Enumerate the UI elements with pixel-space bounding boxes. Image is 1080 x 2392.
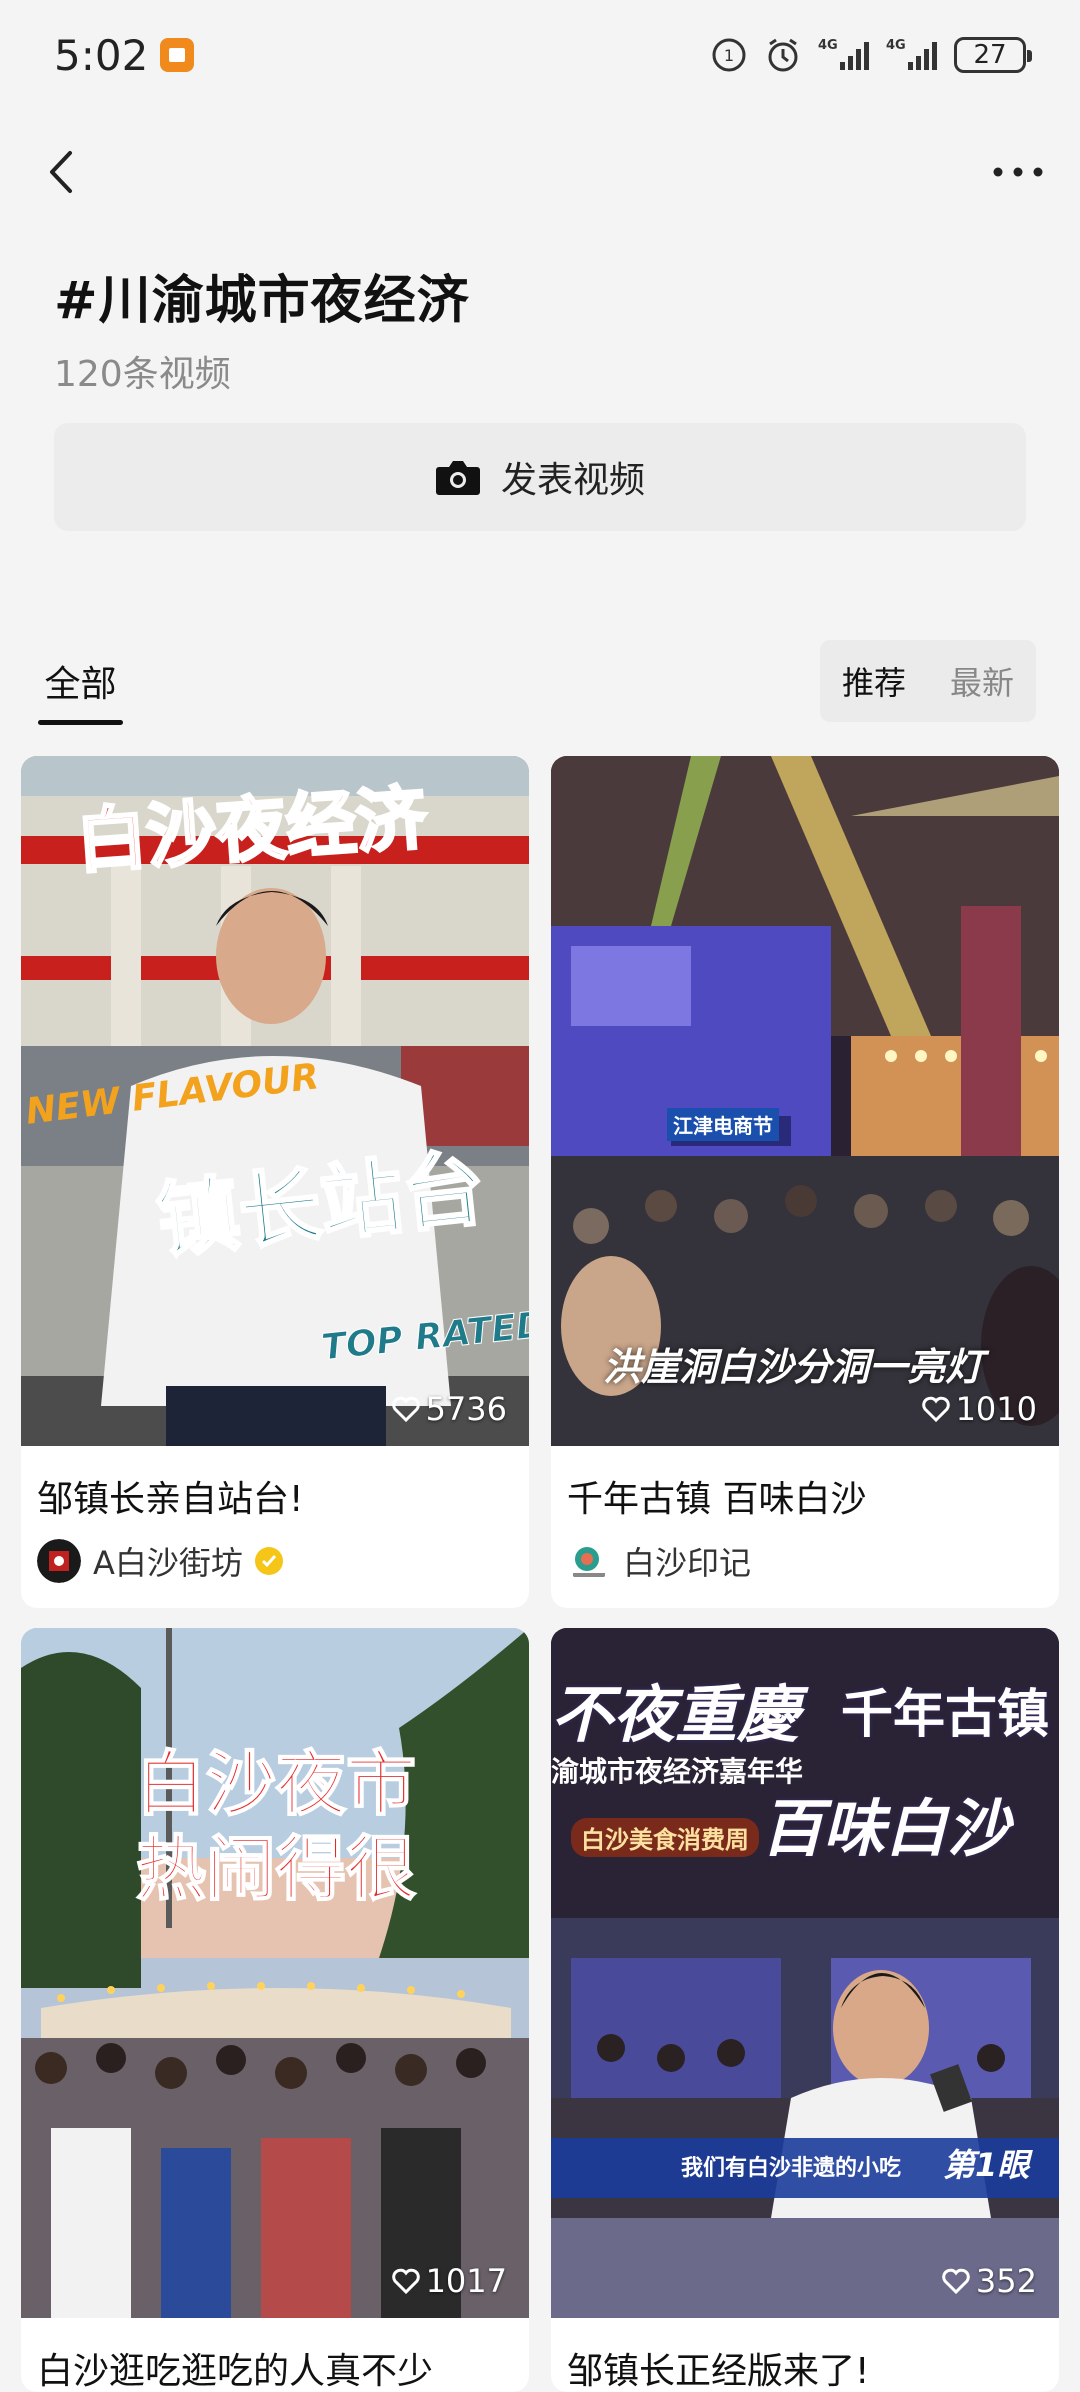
tab-active-indicator bbox=[38, 720, 123, 725]
video-thumbnail[interactable]: 白沙夜市 热闹得很 1017 bbox=[21, 1628, 529, 2318]
app-notification-icon bbox=[160, 38, 195, 72]
nav-bar bbox=[0, 120, 1080, 224]
heart-icon bbox=[921, 1396, 950, 1422]
data-saver-icon: 1 bbox=[710, 36, 748, 74]
overlay-headline: 千年古镇 bbox=[841, 1685, 1050, 1745]
publish-video-button[interactable]: 发表视频 bbox=[54, 423, 1026, 531]
sort-latest[interactable]: 最新 bbox=[928, 658, 1036, 704]
sort-toggle: 推荐 最新 bbox=[820, 640, 1036, 722]
overlay-caption: 我们有白沙非遗的小吃 bbox=[681, 2156, 902, 2181]
heart-icon bbox=[942, 2268, 970, 2294]
video-thumbnail[interactable]: 白沙夜经济 NEW FLAVOUR 镇长站台 TOP RATED 5736 bbox=[21, 756, 529, 1446]
status-bar: 5:02 1 4G 4G 27 bbox=[0, 0, 1080, 110]
status-icons: 1 4G 4G 27 bbox=[710, 36, 1032, 74]
video-card[interactable]: 不夜重慶 千年古镇 渝城市夜经济嘉年华 百味白沙 白沙美食消费周 我们有白沙非遗… bbox=[551, 1628, 1059, 2392]
topic-header: #川渝城市夜经济 120条视频 bbox=[54, 258, 470, 397]
video-card[interactable]: 白沙夜经济 NEW FLAVOUR 镇长站台 TOP RATED 5736 邹镇… bbox=[21, 756, 529, 1608]
status-time: 5:02 bbox=[54, 30, 149, 80]
chevron-left-icon bbox=[50, 151, 72, 193]
more-button[interactable] bbox=[986, 140, 1050, 204]
author-row[interactable]: A白沙街坊 bbox=[21, 1520, 529, 1608]
like-count: 1017 bbox=[391, 2262, 507, 2300]
alarm-icon bbox=[764, 36, 802, 74]
svg-text:4G: 4G bbox=[886, 38, 906, 53]
author-name: 白沙印记 bbox=[623, 1544, 752, 1582]
like-count: 5736 bbox=[391, 1390, 507, 1428]
overlay-headline: 不夜重慶 bbox=[551, 1678, 800, 1751]
overlay-banner: 江津电商节 bbox=[667, 1108, 779, 1141]
avatar bbox=[567, 1539, 611, 1583]
filter-bar: 全部 推荐 最新 bbox=[0, 636, 1080, 726]
back-button[interactable] bbox=[30, 140, 94, 204]
more-dots-icon bbox=[993, 167, 1043, 177]
video-count: 120条视频 bbox=[54, 354, 231, 395]
battery-indicator: 27 bbox=[954, 37, 1032, 73]
like-count: 1010 bbox=[921, 1390, 1037, 1428]
svg-text:1: 1 bbox=[724, 46, 734, 65]
heart-icon bbox=[391, 2268, 420, 2294]
tab-all[interactable]: 全部 bbox=[38, 636, 123, 726]
video-thumbnail[interactable]: 江津电商节 洪崖洞白沙分洞一亮灯 1010 bbox=[551, 756, 1059, 1446]
video-title[interactable]: 白沙逛吃逛吃的人真不少 bbox=[21, 2318, 529, 2392]
page-title: #川渝城市夜经济 bbox=[54, 271, 470, 331]
video-thumbnail[interactable]: 不夜重慶 千年古镇 渝城市夜经济嘉年华 百味白沙 白沙美食消费周 我们有白沙非遗… bbox=[551, 1628, 1059, 2318]
video-card[interactable]: 江津电商节 洪崖洞白沙分洞一亮灯 1010 千年古镇 百味白沙 白沙印记 bbox=[551, 756, 1059, 1608]
overlay-caption: 洪崖洞白沙分洞一亮灯 bbox=[603, 1345, 984, 1389]
signal-4g-icon: 4G bbox=[818, 36, 870, 74]
avatar bbox=[37, 1539, 81, 1583]
sort-recommend[interactable]: 推荐 bbox=[820, 658, 928, 704]
author-row[interactable]: 白沙印记 bbox=[551, 1520, 1059, 1608]
signal-4g-icon: 4G bbox=[886, 36, 938, 74]
video-title[interactable]: 千年古镇 百味白沙 bbox=[551, 1446, 1059, 1520]
verified-badge-icon bbox=[254, 1547, 283, 1575]
video-card[interactable]: 白沙夜市 热闹得很 1017 白沙逛吃逛吃的人真不少 bbox=[21, 1628, 529, 2392]
like-count: 352 bbox=[942, 2262, 1037, 2300]
overlay-logo: 第1眼 bbox=[943, 2146, 1030, 2184]
overlay-headline: 热闹得很 bbox=[135, 1827, 417, 1911]
heart-icon bbox=[391, 1396, 420, 1422]
publish-label: 发表视频 bbox=[500, 460, 645, 501]
overlay-headline: 百味白沙 bbox=[761, 1792, 1010, 1865]
author-name: A白沙街坊 bbox=[93, 1544, 243, 1582]
video-title[interactable]: 邹镇长亲自站台! bbox=[21, 1446, 529, 1520]
overlay-banner: 白沙美食消费周 bbox=[571, 1818, 759, 1857]
video-title[interactable]: 邹镇长正经版来了! bbox=[551, 2318, 1059, 2392]
camera-icon bbox=[435, 461, 480, 495]
svg-text:4G: 4G bbox=[818, 38, 838, 53]
